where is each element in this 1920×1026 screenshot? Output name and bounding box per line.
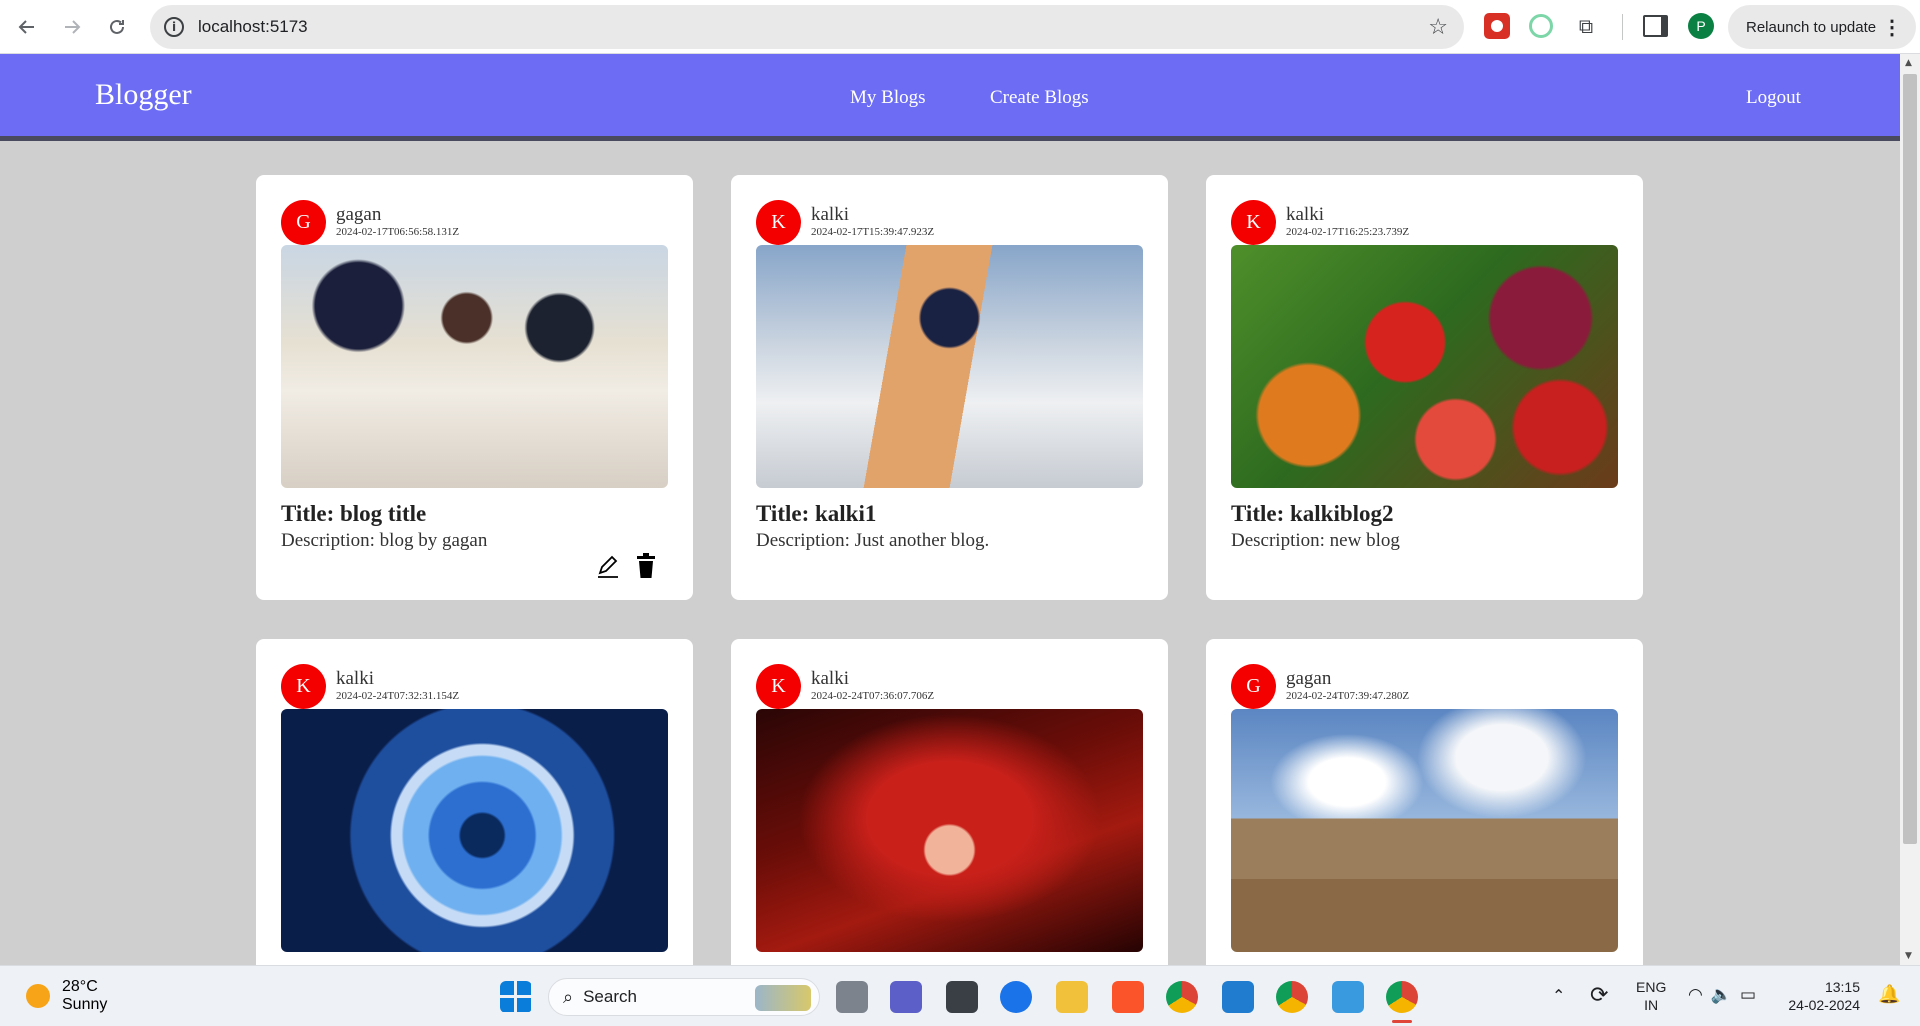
author-avatar: G: [1231, 664, 1276, 709]
bookmark-star-icon[interactable]: ☆: [1428, 15, 1448, 40]
author-name: gagan: [1286, 668, 1332, 689]
blog-card: K kalki 2024-02-24T07:36:07.706Z: [731, 639, 1168, 965]
blog-card: K kalki 2024-02-24T07:32:31.154Z: [256, 639, 693, 965]
app-header: Blogger My Blogs Create Blogs Logout: [0, 54, 1900, 141]
clock-date: 24-02-2024: [1788, 997, 1860, 1013]
author-name: kalki: [811, 204, 849, 225]
relaunch-button[interactable]: Relaunch to update ⋮: [1728, 5, 1916, 49]
post-title: Title: blog title: [281, 501, 427, 526]
temple-image: [1231, 709, 1618, 952]
brand-logo[interactable]: Blogger: [95, 78, 192, 112]
notepad-icon[interactable]: [1332, 981, 1364, 1013]
notification-bell-icon[interactable]: 🔔: [1878, 984, 1900, 1005]
edit-pencil-icon[interactable]: [596, 553, 620, 579]
chrome-profile-icon[interactable]: [1276, 981, 1308, 1013]
task-view-icon[interactable]: [836, 981, 868, 1013]
lang-code: ENG: [1636, 979, 1667, 995]
vscode-icon[interactable]: [1222, 981, 1254, 1013]
browser-toolbar: i localhost:5173 ☆ ⧉ P Relaunch to updat…: [0, 0, 1920, 54]
post-date: 2024-02-17T15:39:47.923Z: [811, 226, 935, 238]
address-bar[interactable]: i localhost:5173 ☆: [150, 5, 1464, 49]
post-description: Description: new blog: [1231, 530, 1400, 551]
app-cube-icon[interactable]: [946, 981, 978, 1013]
site-info-icon[interactable]: i: [164, 17, 184, 37]
post-date: 2024-02-24T07:39:47.280Z: [1286, 690, 1410, 702]
taskbar-search[interactable]: ⌕ Search: [548, 978, 820, 1016]
language-indicator[interactable]: ENG IN: [1636, 978, 1666, 1014]
blog-card: G gagan 2024-02-24T07:39:47.280Z: [1206, 639, 1643, 965]
wifi-volume-battery-icons[interactable]: ◠🔈▭: [1688, 985, 1764, 1005]
blog-card: G gagan 2024-02-17T06:56:58.131Z Title: …: [256, 175, 693, 600]
author-avatar: K: [281, 664, 326, 709]
post-description: Description: Just another blog.: [756, 530, 990, 551]
post-date: 2024-02-24T07:32:31.154Z: [336, 690, 460, 702]
nav-create-blogs[interactable]: Create Blogs: [990, 87, 1089, 109]
logout-button[interactable]: Logout: [1746, 87, 1801, 109]
relaunch-label: Relaunch to update: [1746, 18, 1877, 36]
author-name: kalki: [336, 668, 374, 689]
active-app-indicator: [1392, 1020, 1412, 1023]
url-text[interactable]: localhost:5173: [198, 17, 308, 37]
app-viewport: Blogger My Blogs Create Blogs Logout G g…: [0, 54, 1900, 965]
chrome-active-icon[interactable]: [1386, 981, 1418, 1013]
toolbar-divider: [1622, 14, 1623, 40]
cricket-celebration-image: [281, 245, 668, 488]
author-avatar: K: [1231, 200, 1276, 245]
search-highlight-image: [755, 985, 811, 1011]
forward-icon[interactable]: [57, 12, 87, 42]
nav-my-blogs[interactable]: My Blogs: [850, 87, 926, 109]
post-date: 2024-02-24T07:36:07.706Z: [811, 690, 935, 702]
clock-time: 13:15: [1824, 979, 1860, 995]
author-name: kalki: [811, 668, 849, 689]
brave-browser-icon[interactable]: [1112, 981, 1144, 1013]
windows-start-icon[interactable]: [500, 981, 532, 1013]
blue-eye-image: [281, 709, 668, 952]
windows-taskbar: 28°C Sunny ⌕ Search ⌃ ⟳ ENG IN ◠🔈▭ 13:15…: [0, 965, 1920, 1026]
weather-widget[interactable]: 28°C Sunny: [26, 978, 107, 1014]
post-title: Title: kalkiblog2: [1231, 501, 1394, 526]
sync-icon[interactable]: ⟳: [1590, 983, 1608, 1008]
delete-trash-icon[interactable]: [634, 553, 658, 579]
region-code: IN: [1644, 997, 1659, 1013]
post-actions: [596, 553, 658, 579]
extensions-puzzle-icon[interactable]: ⧉: [1573, 13, 1599, 39]
extension-red-icon[interactable]: [1484, 13, 1510, 39]
reload-icon[interactable]: [102, 12, 132, 42]
weather-temp: 28°C: [62, 978, 98, 995]
red-hair-anime-image: [756, 709, 1143, 952]
post-date: 2024-02-17T06:56:58.131Z: [336, 226, 460, 238]
store-app-icon[interactable]: [1000, 981, 1032, 1013]
page-scrollbar[interactable]: ▲ ▼: [1900, 54, 1920, 965]
post-description: Description: blog by gagan: [281, 530, 488, 551]
scroll-up-arrow-icon[interactable]: ▲: [1905, 58, 1912, 68]
scroll-down-arrow-icon[interactable]: ▼: [1905, 951, 1912, 961]
extension-circle-icon[interactable]: [1528, 13, 1554, 39]
system-clock[interactable]: 13:15 24-02-2024: [1788, 978, 1860, 1014]
post-date: 2024-02-17T16:25:23.739Z: [1286, 226, 1410, 238]
cricket-batsman-image: [756, 245, 1143, 488]
chevron-up-icon[interactable]: ⌃: [1552, 986, 1565, 1005]
author-avatar: G: [281, 200, 326, 245]
blog-card: K kalki 2024-02-17T15:39:47.923Z Title: …: [731, 175, 1168, 600]
side-panel-icon[interactable]: [1642, 13, 1668, 39]
search-icon: ⌕: [563, 986, 574, 1008]
profile-avatar[interactable]: P: [1688, 13, 1714, 39]
back-icon[interactable]: [12, 12, 42, 42]
sun-icon: [26, 984, 50, 1008]
more-menu-icon[interactable]: ⋮: [1882, 15, 1902, 40]
post-title: Title: kalki1: [756, 501, 877, 526]
blog-card: K kalki 2024-02-17T16:25:23.739Z Title: …: [1206, 175, 1643, 600]
author-avatar: K: [756, 200, 801, 245]
author-name: kalki: [1286, 204, 1324, 225]
search-label: Search: [583, 987, 637, 1006]
chrome-icon[interactable]: [1166, 981, 1198, 1013]
vegetables-image: [1231, 245, 1618, 488]
author-avatar: K: [756, 664, 801, 709]
file-explorer-icon[interactable]: [1056, 981, 1088, 1013]
author-name: gagan: [336, 204, 382, 225]
meet-app-icon[interactable]: [890, 981, 922, 1013]
weather-desc: Sunny: [62, 996, 108, 1013]
scrollbar-thumb[interactable]: [1903, 74, 1917, 844]
